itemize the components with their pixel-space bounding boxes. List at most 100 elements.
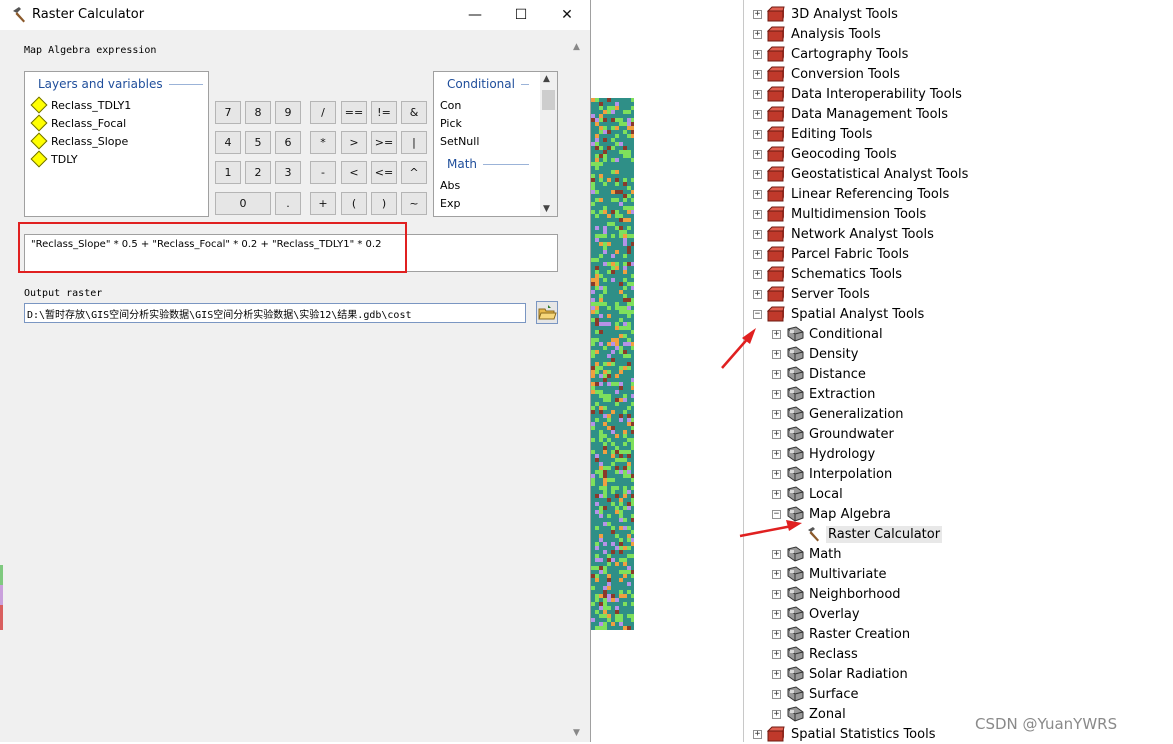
- expand-icon[interactable]: +: [772, 669, 781, 679]
- toolset-item[interactable]: + Conditional: [772, 324, 885, 344]
- toolset-item[interactable]: + Generalization: [772, 404, 906, 424]
- toolbox-item[interactable]: + Data Interoperability Tools: [753, 84, 964, 104]
- key-not-equal[interactable]: !=: [371, 101, 397, 124]
- toolset-item[interactable]: + Local: [772, 484, 845, 504]
- scroll-down-icon[interactable]: ▼: [543, 204, 550, 214]
- toolset-item[interactable]: + Distance: [772, 364, 868, 384]
- toolbox-item[interactable]: + Cartography Tools: [753, 44, 910, 64]
- expand-icon[interactable]: +: [772, 489, 781, 499]
- expand-icon[interactable]: +: [772, 709, 781, 719]
- dialog-scrollbar[interactable]: ▲ ▼: [569, 38, 587, 742]
- toolset-item[interactable]: + Multivariate: [772, 564, 888, 584]
- toolset-item[interactable]: + Math: [772, 544, 844, 564]
- toolset-item[interactable]: + Groundwater: [772, 424, 896, 444]
- expand-icon[interactable]: +: [772, 429, 781, 439]
- toolset-item[interactable]: + Extraction: [772, 384, 877, 404]
- toolset-item[interactable]: + Density: [772, 344, 860, 364]
- expand-icon[interactable]: +: [753, 229, 762, 239]
- toolbox-item[interactable]: + Network Analyst Tools: [753, 224, 936, 244]
- expand-icon[interactable]: +: [772, 629, 781, 639]
- layer-item[interactable]: Reclass_Focal: [30, 114, 126, 132]
- key-or[interactable]: |: [401, 131, 427, 154]
- scroll-down-icon[interactable]: ▼: [573, 728, 580, 738]
- expand-icon[interactable]: +: [753, 149, 762, 159]
- expand-icon[interactable]: +: [753, 109, 762, 119]
- toolbox-item[interactable]: + Multidimension Tools: [753, 204, 928, 224]
- key-3[interactable]: 3: [275, 161, 301, 184]
- toolset-item[interactable]: + Overlay: [772, 604, 862, 624]
- key-divide[interactable]: /: [310, 101, 336, 124]
- toolset-item[interactable]: + Zonal: [772, 704, 848, 724]
- toolbox-item-spatial-analyst[interactable]: − Spatial Analyst Tools: [753, 304, 926, 324]
- output-raster-input[interactable]: D:\暂时存放\GIS空间分析实验数据\GIS空间分析实验数据\实验12\结果.…: [24, 303, 526, 323]
- function-item[interactable]: SetNull: [440, 135, 479, 148]
- key-2[interactable]: 2: [245, 161, 271, 184]
- expand-icon[interactable]: +: [772, 589, 781, 599]
- toolset-item[interactable]: + Surface: [772, 684, 861, 704]
- tools-list[interactable]: Conditional Con Pick SetNull Math Abs Ex…: [433, 71, 558, 217]
- expand-icon[interactable]: +: [753, 189, 762, 199]
- expand-icon[interactable]: +: [753, 89, 762, 99]
- expand-icon[interactable]: +: [772, 329, 781, 339]
- expand-icon[interactable]: +: [772, 569, 781, 579]
- toolset-item[interactable]: + Solar Radiation: [772, 664, 910, 684]
- toolset-item[interactable]: + Interpolation: [772, 464, 894, 484]
- toolset-item[interactable]: + Reclass: [772, 644, 860, 664]
- toolbox-item[interactable]: + Editing Tools: [753, 124, 874, 144]
- key-left-paren[interactable]: (: [341, 192, 367, 215]
- toolbox-item[interactable]: + Spatial Statistics Tools: [753, 724, 937, 744]
- expand-icon[interactable]: +: [772, 369, 781, 379]
- expand-icon[interactable]: +: [753, 49, 762, 59]
- toolbox-item[interactable]: + Conversion Tools: [753, 64, 902, 84]
- expand-icon[interactable]: +: [753, 9, 762, 19]
- expand-icon[interactable]: +: [772, 449, 781, 459]
- close-button[interactable]: ✕: [544, 0, 590, 30]
- key-greater-equal[interactable]: >=: [371, 131, 397, 154]
- key-less[interactable]: <: [341, 161, 367, 184]
- key-subtract[interactable]: -: [310, 161, 336, 184]
- key-0[interactable]: 0: [215, 192, 271, 215]
- browse-button[interactable]: [536, 301, 558, 324]
- toolbox-item[interactable]: + Data Management Tools: [753, 104, 950, 124]
- expand-icon[interactable]: +: [772, 609, 781, 619]
- expand-icon[interactable]: +: [753, 169, 762, 179]
- key-7[interactable]: 7: [215, 101, 241, 124]
- expand-icon[interactable]: +: [753, 29, 762, 39]
- function-item[interactable]: Pick: [440, 117, 462, 130]
- scroll-up-icon[interactable]: ▲: [573, 42, 580, 52]
- toolbox-item[interactable]: + Parcel Fabric Tools: [753, 244, 911, 264]
- expand-icon[interactable]: +: [753, 249, 762, 259]
- toolbox-item[interactable]: + Geostatistical Analyst Tools: [753, 164, 970, 184]
- expand-icon[interactable]: +: [772, 689, 781, 699]
- minimize-button[interactable]: —: [452, 0, 498, 30]
- collapse-icon[interactable]: −: [753, 309, 762, 319]
- key-greater[interactable]: >: [341, 131, 367, 154]
- key-8[interactable]: 8: [245, 101, 271, 124]
- key-add[interactable]: +: [310, 192, 336, 215]
- expand-icon[interactable]: +: [772, 409, 781, 419]
- scroll-up-icon[interactable]: ▲: [543, 74, 550, 84]
- key-less-equal[interactable]: <=: [371, 161, 397, 184]
- expand-icon[interactable]: +: [753, 69, 762, 79]
- function-item[interactable]: Abs: [440, 179, 460, 192]
- key-multiply[interactable]: *: [310, 131, 336, 154]
- key-6[interactable]: 6: [275, 131, 301, 154]
- layers-list[interactable]: Layers and variables Reclass_TDLY1 Recla…: [24, 71, 209, 217]
- scroll-thumb[interactable]: [542, 90, 555, 110]
- function-item[interactable]: Exp: [440, 197, 460, 210]
- tool-item-raster-calculator[interactable]: Raster Calculator: [805, 524, 943, 544]
- tools-list-scrollbar[interactable]: ▲ ▼: [540, 72, 557, 216]
- expand-icon[interactable]: +: [772, 469, 781, 479]
- layer-item[interactable]: TDLY: [30, 150, 78, 168]
- key-right-paren[interactable]: ): [371, 192, 397, 215]
- toolbox-item[interactable]: + Linear Referencing Tools: [753, 184, 951, 204]
- key-equal[interactable]: ==: [341, 101, 367, 124]
- function-item[interactable]: Con: [440, 99, 461, 112]
- expand-icon[interactable]: +: [772, 389, 781, 399]
- layer-item[interactable]: Reclass_TDLY1: [30, 96, 131, 114]
- toolbox-item[interactable]: + Analysis Tools: [753, 24, 883, 44]
- key-xor[interactable]: ^: [401, 161, 427, 184]
- toolbox-item[interactable]: + Geocoding Tools: [753, 144, 899, 164]
- expand-icon[interactable]: +: [772, 349, 781, 359]
- toolset-item[interactable]: + Neighborhood: [772, 584, 903, 604]
